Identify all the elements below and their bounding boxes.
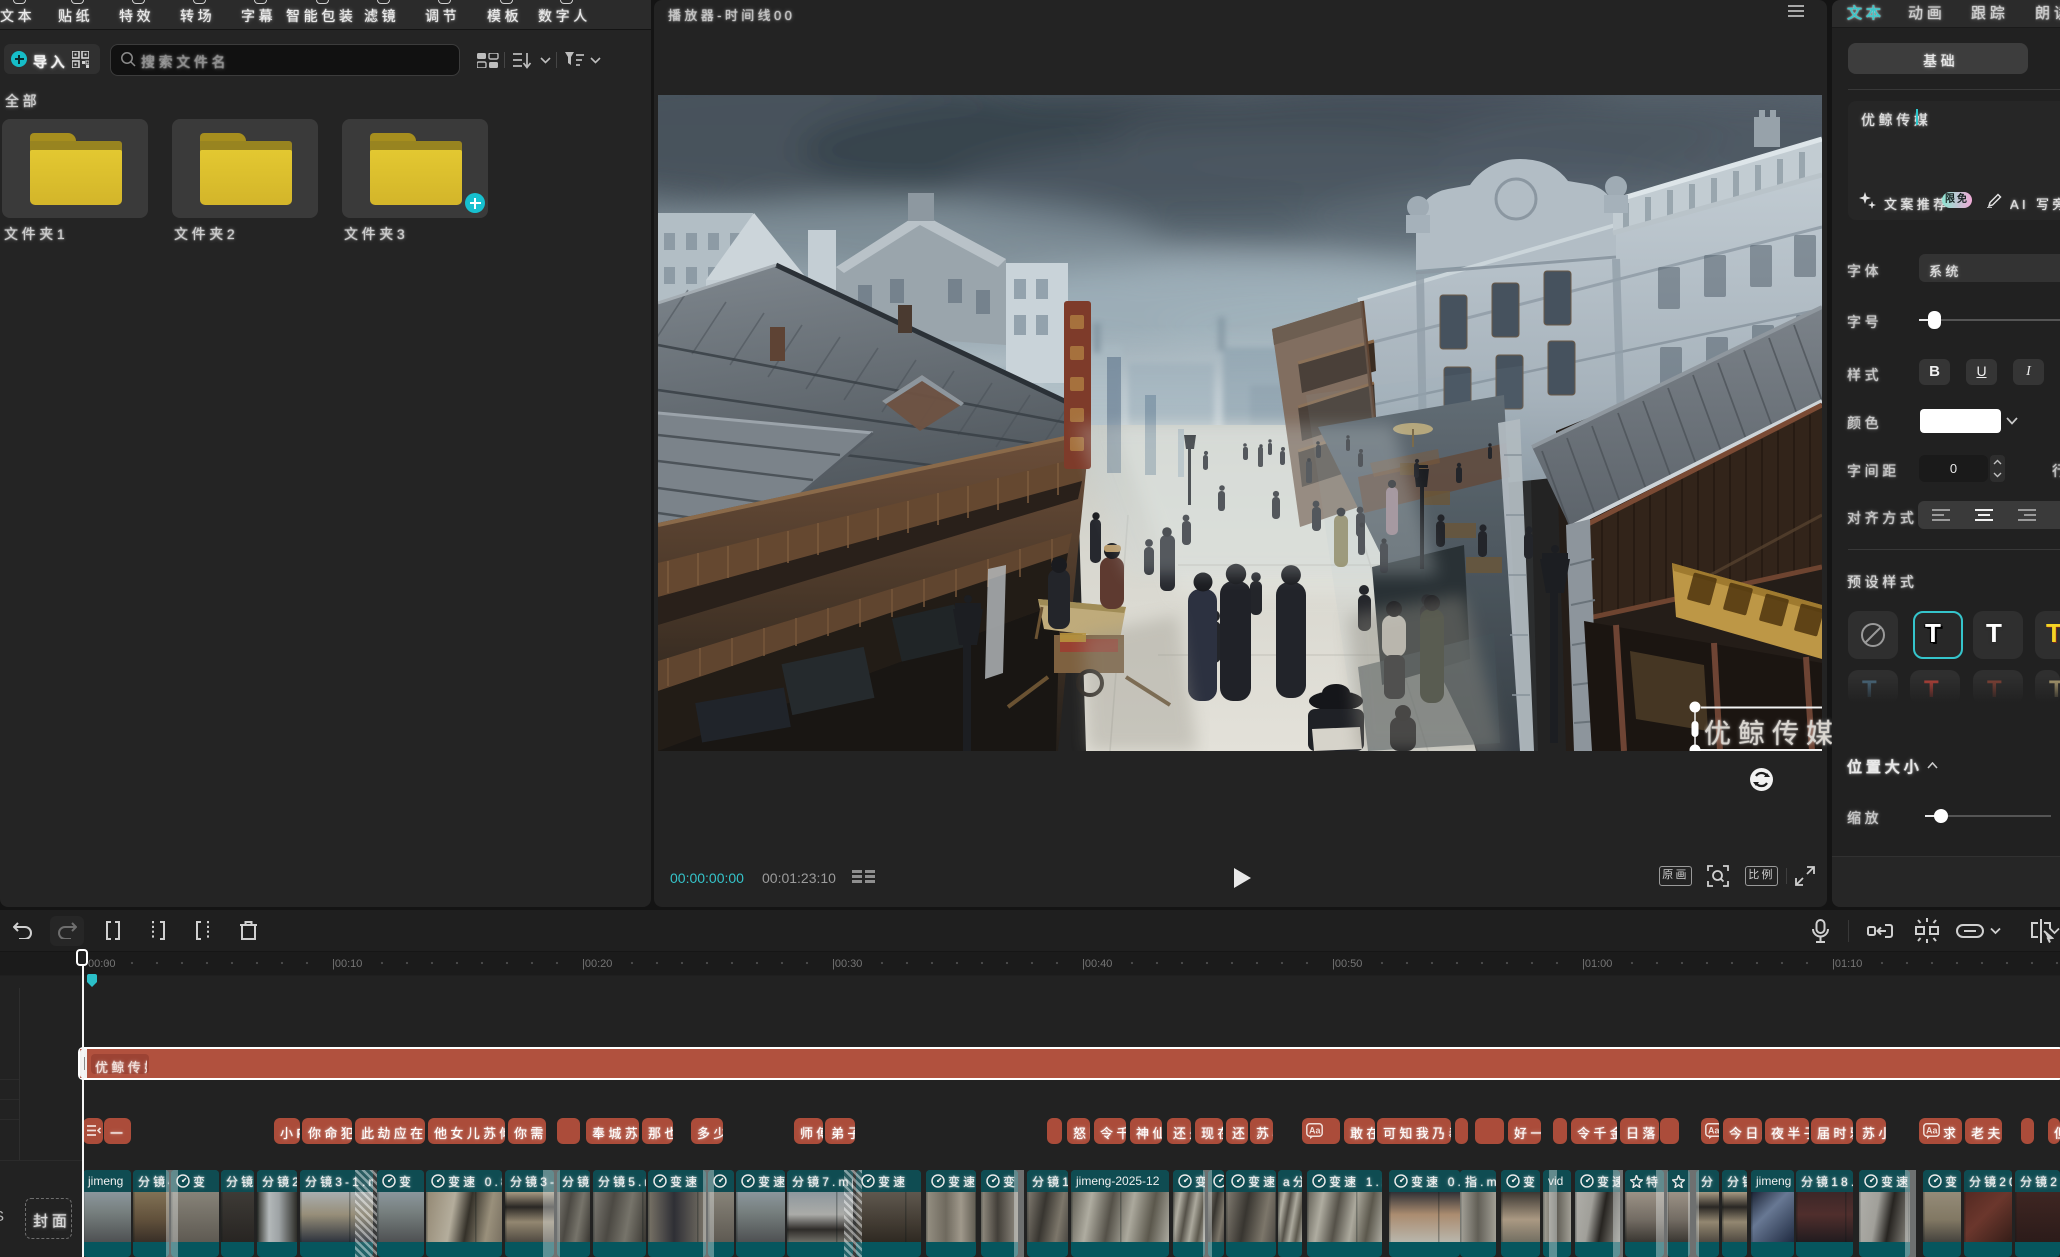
svg-text:Aa: Aa xyxy=(1708,1126,1719,1136)
svg-text:|00:40: |00:40 xyxy=(1082,958,1112,970)
svg-text:|01:00: |01:00 xyxy=(1582,958,1612,970)
svg-text:|00:20: |00:20 xyxy=(582,958,612,970)
svg-text:Aa: Aa xyxy=(1926,1126,1938,1136)
svg-text:00:00: 00:00 xyxy=(88,958,116,970)
svg-text:|00:30: |00:30 xyxy=(832,958,862,970)
svg-text:|00:50: |00:50 xyxy=(1332,958,1362,970)
svg-text:|00:10: |00:10 xyxy=(332,958,362,970)
svg-text:|01:10: |01:10 xyxy=(1832,958,1862,970)
svg-text:Aa: Aa xyxy=(1309,1126,1321,1136)
